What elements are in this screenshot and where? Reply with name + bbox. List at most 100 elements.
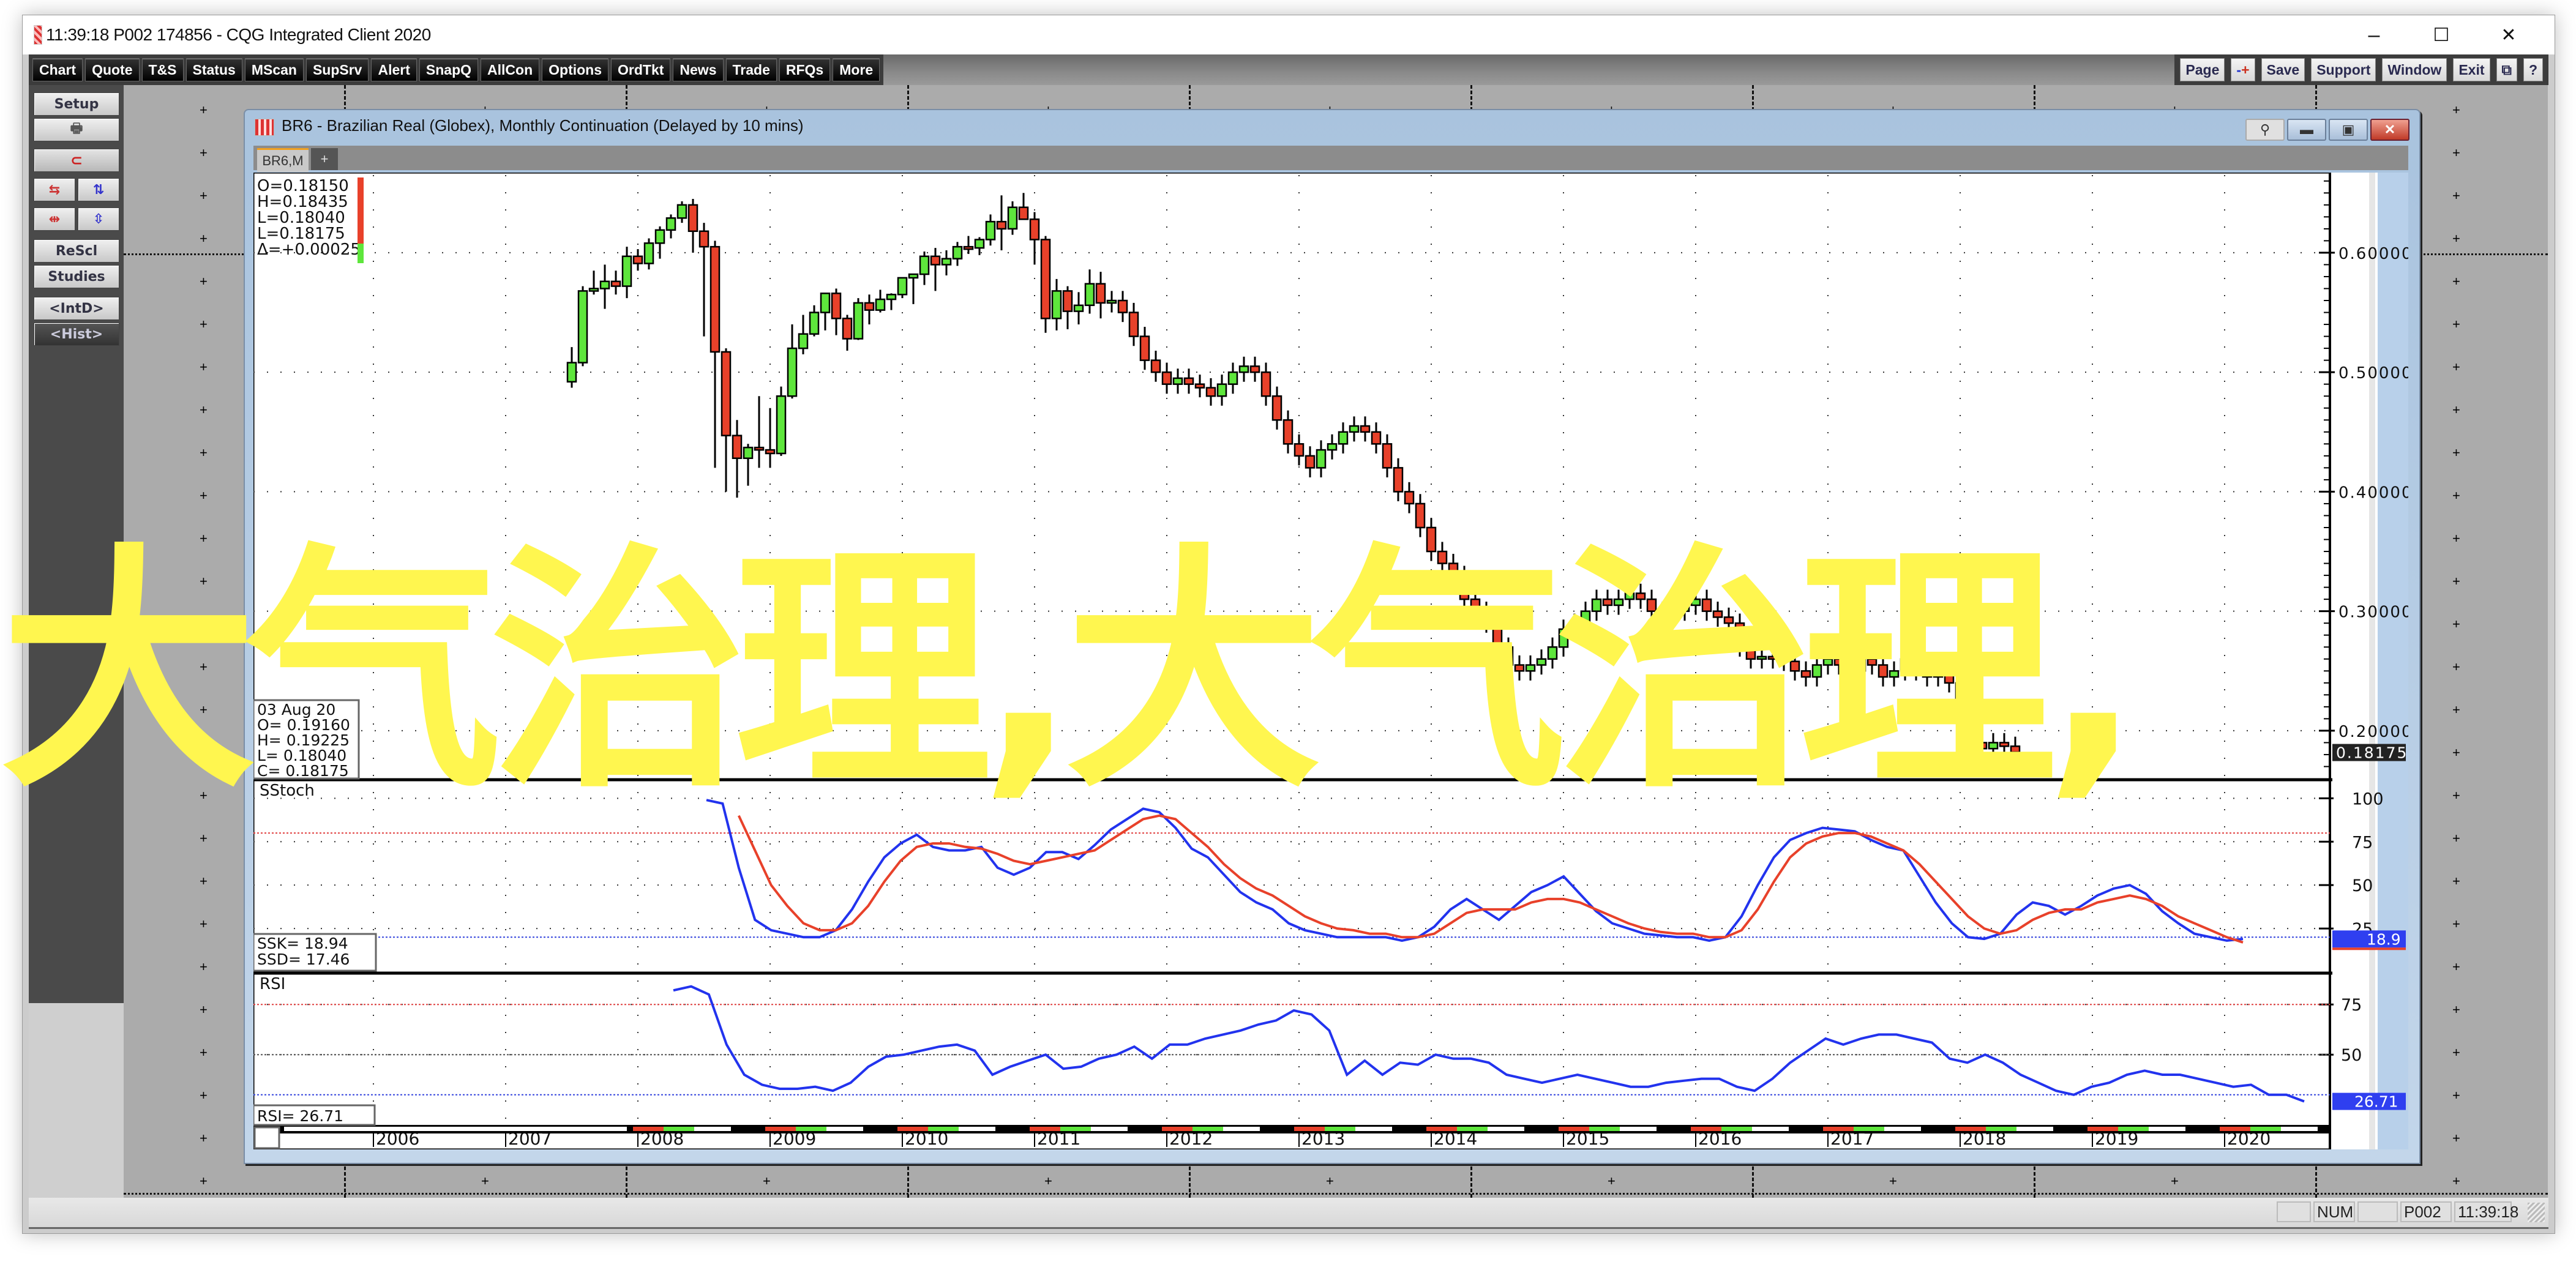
toolbar-status-button[interactable]: Status xyxy=(185,58,242,81)
volume-band-flat xyxy=(1488,1127,1524,1131)
candle-down xyxy=(1029,218,1040,241)
candle-up xyxy=(577,290,588,364)
toolbar-page-button[interactable]: Page xyxy=(2180,58,2225,81)
volume-band-down xyxy=(2220,1127,2250,1131)
candle-down xyxy=(1139,335,1150,361)
candle-up xyxy=(1900,658,1911,672)
volume-band-flat xyxy=(1752,1127,1789,1131)
toolbar-chart-button[interactable]: Chart xyxy=(32,58,83,81)
candle-up xyxy=(897,277,908,296)
chart-minimize-button[interactable]: ▬ xyxy=(2287,119,2326,141)
magnet-button[interactable]: ⊂ xyxy=(34,149,119,172)
workspace-grid-mark: + xyxy=(2452,231,2460,246)
candle-down xyxy=(1404,491,1415,505)
horizontal-shift-button[interactable]: ⇆ xyxy=(34,178,75,201)
volume-band-up xyxy=(1325,1127,1355,1131)
candle-up xyxy=(798,333,809,349)
candle-up xyxy=(985,220,996,241)
chart-maximize-button[interactable]: ▣ xyxy=(2329,119,2368,141)
chart-close-button[interactable]: ✕ xyxy=(2370,119,2409,141)
candle-down xyxy=(831,293,842,319)
rescale-button[interactable]: ReScl xyxy=(34,239,119,263)
candle-down xyxy=(687,204,698,233)
candle-down xyxy=(1360,425,1371,433)
toolbar-help-button[interactable]: ? xyxy=(2523,58,2543,81)
volume-band-flat xyxy=(1884,1127,1921,1131)
candle-down xyxy=(1271,395,1282,421)
arrows-vertical-icon: ⇅ xyxy=(92,182,105,198)
add-tab-button[interactable]: + xyxy=(311,148,338,170)
intraday-button[interactable]: <IntD> xyxy=(34,297,119,320)
toolbar-zoom-minus-plus-button[interactable]: - + xyxy=(2231,58,2255,81)
candle-down xyxy=(1922,670,1933,678)
toolbar-trade-button[interactable]: Trade xyxy=(725,58,777,81)
link-button[interactable]: ⚲ xyxy=(2245,119,2285,141)
workspace-grid-mark: + xyxy=(2452,831,2460,846)
candle-up xyxy=(1613,598,1624,607)
candle-down xyxy=(1183,377,1194,385)
volume-band-down xyxy=(1030,1127,1060,1131)
rsi-label: RSI xyxy=(260,975,285,993)
toolbar-restore-layout-button[interactable]: ⧉ xyxy=(2496,58,2517,81)
toolbar-allcon-button[interactable]: AllCon xyxy=(481,58,540,81)
toolbar-window-button[interactable]: Window xyxy=(2382,58,2447,81)
candle-up xyxy=(1855,658,1866,672)
toolbar-snapq-button[interactable]: SnapQ xyxy=(419,58,479,81)
candle-up xyxy=(1084,283,1095,307)
resize-grip[interactable] xyxy=(2528,1203,2545,1222)
toolbar-news-button[interactable]: News xyxy=(673,58,724,81)
workspace-grid-mark: + xyxy=(200,359,208,375)
candle-down xyxy=(1944,670,1955,684)
candle-down xyxy=(1734,622,1745,648)
toolbar-more-button[interactable]: More xyxy=(833,58,880,81)
candle-up xyxy=(941,258,952,266)
toolbar-ts-button[interactable]: T&S xyxy=(141,58,184,81)
candle-up xyxy=(1558,628,1569,648)
horizontal-compress-button[interactable]: ⇹ xyxy=(34,207,75,231)
workspace-grid-mark: + xyxy=(200,831,208,846)
candle-up xyxy=(743,446,754,459)
toolbar-save-button[interactable]: Save xyxy=(2261,58,2305,81)
volume-band-up xyxy=(1986,1127,2016,1131)
tab-br6-m[interactable]: BR6,M xyxy=(257,148,309,172)
candle-up xyxy=(1889,670,1900,678)
candle-up xyxy=(1051,290,1062,319)
indicator-tick-label: 100 xyxy=(2352,790,2384,808)
candle-down xyxy=(1955,682,1966,714)
candle-down xyxy=(1701,598,1712,612)
candle-down xyxy=(1459,574,1470,600)
price-change-bar-green xyxy=(358,244,364,263)
toolbar-rfqs-button[interactable]: RFQs xyxy=(779,58,831,81)
close-button[interactable]: ✕ xyxy=(2469,15,2548,54)
studies-button[interactable]: Studies xyxy=(34,265,119,288)
toolbar-mscan-button[interactable]: MScan xyxy=(244,58,304,81)
toolbar-alert-button[interactable]: Alert xyxy=(371,58,417,81)
series-ssd-line xyxy=(737,814,2244,944)
toolbar-exit-button[interactable]: Exit xyxy=(2453,58,2490,81)
vertical-shift-button[interactable]: ⇅ xyxy=(78,178,119,201)
workspace-grid-mark: + xyxy=(1326,1173,1334,1189)
toolbar-options-button[interactable]: Options xyxy=(542,58,609,81)
workspace-grid-mark: + xyxy=(200,873,208,889)
candle-down xyxy=(1415,502,1426,529)
toolbar-supsrv-button[interactable]: SupSrv xyxy=(305,58,369,81)
toolbar-ordtkt-button[interactable]: OrdTkt xyxy=(611,58,671,81)
volume-band-up xyxy=(796,1127,826,1131)
candle-down xyxy=(1371,431,1382,445)
vertical-compress-button[interactable]: ⇳ xyxy=(78,207,119,231)
volume-band-flat xyxy=(1223,1127,1260,1131)
maximize-icon: ▣ xyxy=(2342,122,2355,137)
status-bar: NUM P002 11:39:18 xyxy=(29,1198,2548,1229)
sstoch-value-line: SSD= 17.46 xyxy=(257,950,350,968)
candle-down xyxy=(1062,290,1073,312)
candle-up xyxy=(809,312,820,335)
volume-band-down xyxy=(1294,1127,1325,1131)
print-button[interactable]: 🖶 xyxy=(34,118,119,141)
historical-button[interactable]: <Hist> xyxy=(34,323,119,346)
toolbar-support-button[interactable]: Support xyxy=(2311,58,2376,81)
candle-up xyxy=(1327,443,1338,451)
candle-down xyxy=(1999,742,2010,747)
toolbar-quote-button[interactable]: Quote xyxy=(85,58,140,81)
volume-band-up xyxy=(2250,1127,2281,1131)
setup-button[interactable]: Setup xyxy=(34,92,119,116)
